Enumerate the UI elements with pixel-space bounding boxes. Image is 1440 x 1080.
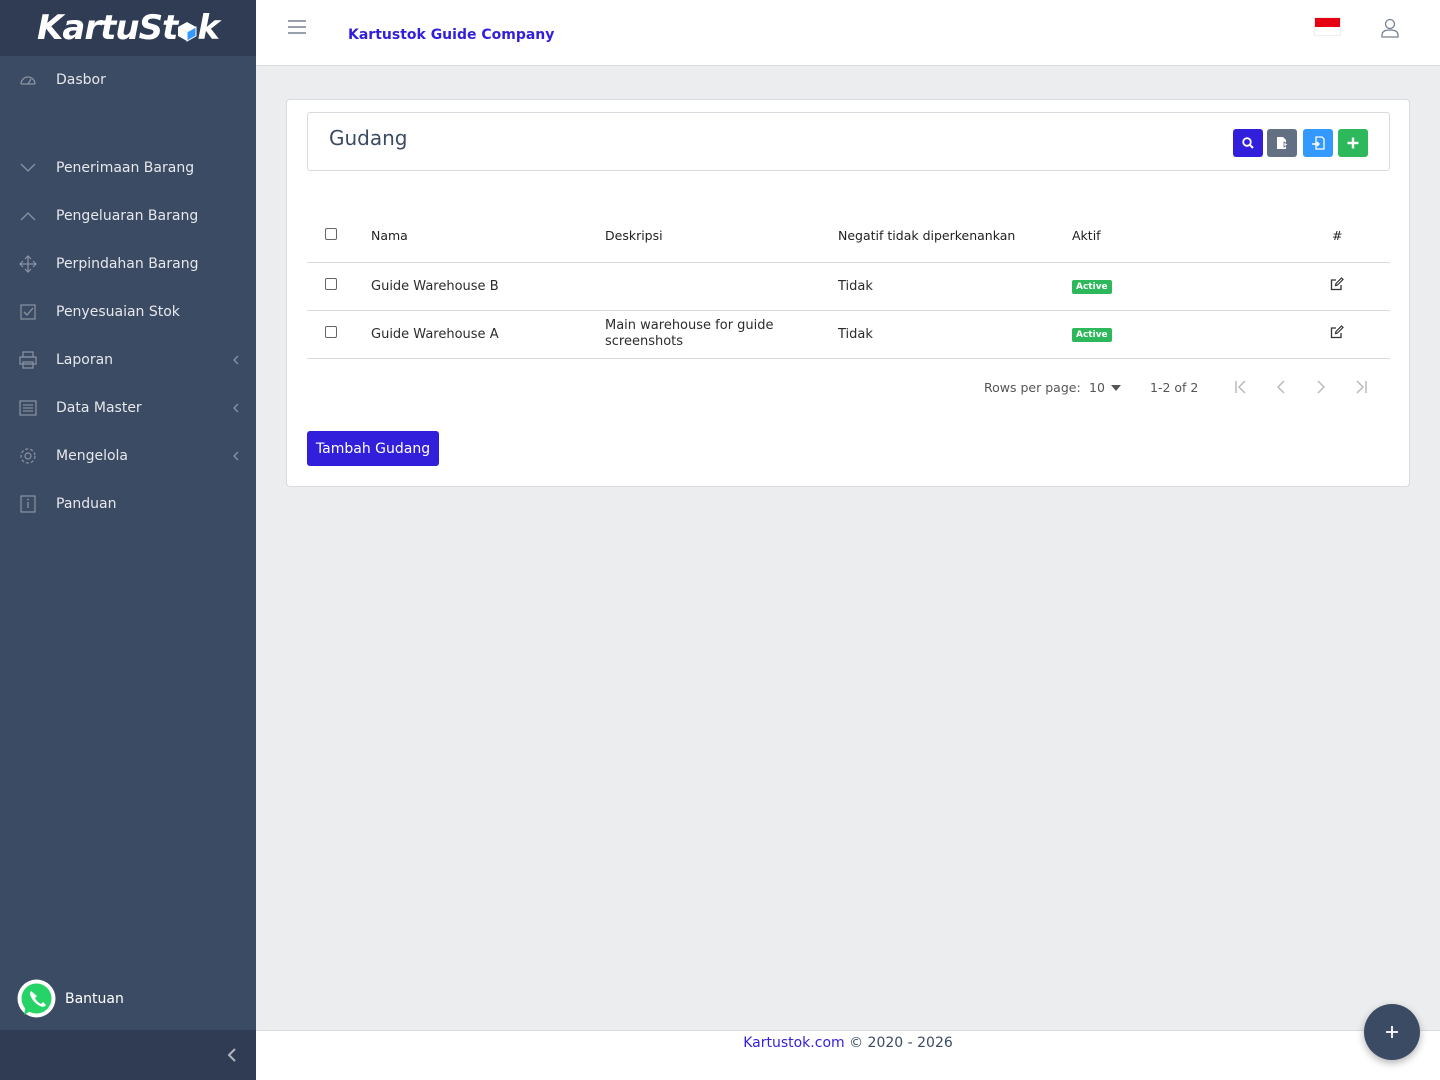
sidebar-item-penyesuaian-stok[interactable]: Penyesuaian Stok — [0, 288, 256, 336]
sidebar-item-label: Penerimaan Barang — [56, 160, 195, 176]
sidebar-item-data-master[interactable]: Data Master — [0, 384, 256, 432]
row-checkbox[interactable] — [325, 278, 337, 290]
first-page-icon[interactable] — [1232, 378, 1250, 396]
table-row[interactable]: Guide Warehouse B Tidak Active — [307, 262, 1390, 311]
edit-icon[interactable] — [1330, 277, 1344, 291]
previous-page-icon[interactable] — [1272, 378, 1290, 396]
sidebar-item-label: Data Master — [56, 400, 142, 416]
hamburger-menu-icon[interactable] — [288, 18, 306, 36]
help-label: Bantuan — [65, 990, 124, 1007]
brand-logo[interactable]: KartuSt k — [0, 0, 256, 56]
card-header: Gudang — [307, 112, 1390, 171]
cell-name: Guide Warehouse B — [371, 262, 605, 311]
sidebar: KartuSt k Dasbor Penerimaan Barang Pengel… — [0, 0, 256, 1080]
company-name[interactable]: Kartustok Guide Company — [348, 27, 554, 43]
select-all-checkbox[interactable] — [325, 228, 337, 241]
page-title: Gudang — [329, 126, 408, 150]
list-icon — [19, 400, 37, 416]
sidebar-minimize-button[interactable] — [0, 1030, 256, 1080]
chevron-left-icon — [233, 355, 239, 365]
footer-link[interactable]: Kartustok.com — [743, 1035, 844, 1051]
row-checkbox[interactable] — [325, 326, 337, 338]
indonesia-flag-icon[interactable] — [1315, 18, 1340, 35]
pagination: Rows per page: 10 1-2 of 2 — [307, 370, 1390, 406]
chevron-down-icon — [20, 163, 36, 172]
chevron-up-icon — [20, 212, 36, 221]
sidebar-item-label: Laporan — [56, 352, 114, 368]
status-badge: Active — [1072, 280, 1112, 294]
edit-icon[interactable] — [1330, 325, 1344, 339]
cube-icon — [178, 22, 197, 42]
page-range: 1-2 of 2 — [1150, 380, 1199, 395]
speedometer-icon — [20, 76, 36, 85]
rows-per-page-label: Rows per page: — [984, 380, 1081, 395]
add-warehouse-button[interactable]: Tambah Gudang — [307, 431, 439, 466]
move-icon — [19, 255, 37, 273]
footer: Kartustok.com © 2020 - 2026 — [256, 1030, 1440, 1080]
plus-icon — [1386, 1026, 1398, 1038]
user-icon[interactable] — [1380, 18, 1400, 38]
export-button[interactable] — [1267, 129, 1297, 157]
next-page-icon[interactable] — [1312, 378, 1330, 396]
sidebar-item-label: Pengeluaran Barang — [56, 208, 199, 224]
sidebar-item-label: Mengelola — [56, 448, 128, 464]
file-import-icon — [1312, 136, 1325, 150]
column-header[interactable]: Nama — [371, 210, 605, 263]
sidebar-item-laporan[interactable]: Laporan — [0, 336, 256, 384]
sidebar-item-dasbor[interactable]: Dasbor — [0, 56, 256, 104]
add-button[interactable] — [1338, 129, 1368, 157]
last-page-icon[interactable] — [1352, 378, 1370, 396]
chevron-left-icon — [233, 403, 239, 413]
help-whatsapp-button[interactable]: Bantuan — [16, 978, 124, 1019]
column-header: # — [1305, 210, 1390, 263]
file-export-icon — [1277, 137, 1289, 149]
sidebar-item-mengelola[interactable]: Mengelola — [0, 432, 256, 480]
sidebar-item-label: Dasbor — [56, 72, 106, 88]
warehouse-table: Nama Deskripsi Negatif tidak diperkenank… — [307, 210, 1390, 359]
print-icon — [19, 351, 37, 369]
cell-negative: Tidak — [838, 262, 1072, 311]
chevron-left-icon — [233, 451, 239, 461]
header: Kartustok Guide Company — [256, 0, 1440, 66]
sidebar-item-pengeluaran-barang[interactable]: Pengeluaran Barang — [0, 192, 256, 240]
import-button[interactable] — [1303, 129, 1333, 157]
sidebar-item-label: Panduan — [56, 496, 117, 512]
search-button[interactable] — [1233, 129, 1263, 157]
column-header[interactable]: Negatif tidak diperkenankan — [838, 210, 1072, 263]
search-icon — [1242, 137, 1254, 149]
status-badge: Active — [1072, 328, 1112, 342]
sidebar-item-perpindahan-barang[interactable]: Perpindahan Barang — [0, 240, 256, 288]
footer-copyright: © 2020 - 2026 — [849, 1035, 953, 1051]
cell-description — [605, 262, 838, 311]
info-icon — [20, 495, 36, 513]
table-row[interactable]: Guide Warehouse A Main warehouse for gui… — [307, 310, 1390, 359]
sidebar-item-label: Perpindahan Barang — [56, 256, 199, 272]
task-icon — [20, 304, 36, 320]
sidebar-item-panduan[interactable]: Panduan — [0, 480, 256, 528]
settings-icon — [20, 448, 36, 464]
cell-name: Guide Warehouse A — [371, 310, 605, 359]
column-header[interactable]: Deskripsi — [605, 210, 838, 263]
cell-description: Main warehouse for guide screenshots — [605, 310, 838, 359]
table-header-row: Nama Deskripsi Negatif tidak diperkenank… — [307, 210, 1390, 263]
cell-negative: Tidak — [838, 310, 1072, 359]
warehouse-card: Gudang Nama Deskripsi Negatif tidak dipe… — [286, 99, 1410, 487]
rows-per-page-select[interactable]: 10 — [1089, 380, 1121, 395]
whatsapp-icon — [17, 979, 56, 1018]
sidebar-item-penerimaan-barang[interactable]: Penerimaan Barang — [0, 144, 256, 192]
caret-down-icon — [1110, 384, 1121, 391]
floating-add-button[interactable] — [1364, 1004, 1420, 1060]
chevron-left-icon — [227, 1048, 236, 1062]
plus-icon — [1347, 137, 1359, 149]
sidebar-item-label: Penyesuaian Stok — [56, 304, 180, 320]
column-header[interactable]: Aktif — [1072, 210, 1305, 263]
